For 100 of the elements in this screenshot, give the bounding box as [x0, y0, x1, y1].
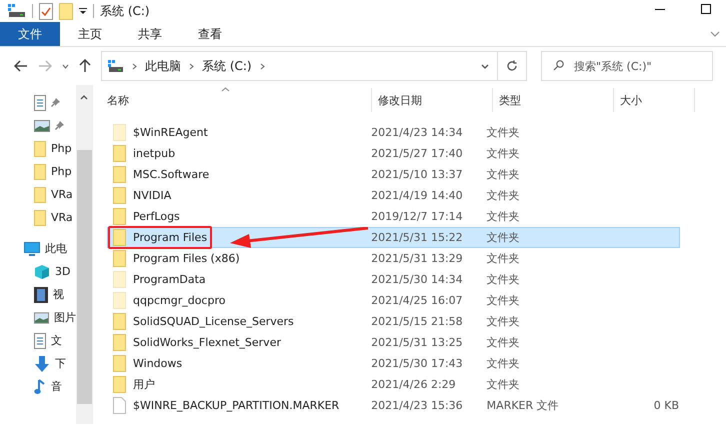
chevron-icon[interactable] [132, 62, 137, 70]
window-title: 系统 (C:) [100, 2, 150, 20]
file-row[interactable]: inetpub 2021/5/27 17:40 文件夹 [107, 143, 680, 164]
dropdown-icon[interactable] [481, 64, 489, 68]
refresh-icon [506, 60, 518, 72]
modified-date: 2021/5/10 13:37 [371, 168, 463, 181]
chevron-icon[interactable] [260, 62, 265, 70]
file-type: 文件夹 [486, 252, 520, 265]
up-icon[interactable] [79, 59, 91, 73]
breadcrumb[interactable]: 此电脑 [145, 58, 181, 74]
modified-date: 2021/5/31 13:29 [371, 252, 463, 265]
search-icon [553, 60, 564, 71]
modified-date: 2021/5/30 14:34 [371, 273, 463, 286]
sidebar-item[interactable]: Php [0, 160, 76, 183]
column-header[interactable]: 修改日期 [378, 92, 422, 108]
sidebar-item[interactable]: 此电 [0, 237, 76, 260]
folder-icon [34, 140, 46, 156]
drive-icon [108, 60, 124, 72]
ribbon-tab[interactable]: 文件 [0, 22, 60, 46]
search-field[interactable]: 搜索"系统 (C:)" [541, 51, 713, 81]
sidebar-label: 此电 [45, 241, 67, 256]
modified-date: 2021/4/23 15:36 [371, 399, 463, 412]
ribbon-tab[interactable]: 查看 [180, 22, 240, 46]
sidebar-label: 下 [55, 356, 66, 371]
file-name: MSC.Software [133, 166, 210, 182]
expand-ribbon-icon[interactable] [710, 30, 720, 38]
file-name: PerfLogs [133, 208, 180, 224]
cube-icon [34, 264, 50, 280]
sidebar-item[interactable]: 3D [0, 260, 76, 283]
file-row[interactable]: Program Files (x86) 2021/5/31 13:29 文件夹 [107, 248, 680, 269]
column-header[interactable]: 大小 [620, 92, 642, 108]
sidebar-item[interactable]: VRa [0, 206, 76, 229]
modified-date: 2021/4/23 14:34 [371, 126, 463, 139]
file-row[interactable]: Windows 2021/5/30 17:43 文件夹 [107, 353, 680, 374]
file-row[interactable]: 用户 2021/4/26 2:29 文件夹 [107, 374, 680, 395]
file-type: 文件夹 [486, 147, 520, 160]
file-row[interactable]: ProgramData 2021/5/30 14:34 文件夹 [107, 269, 680, 290]
file-name: Program Files (x86) [133, 250, 240, 266]
sidebar-label: VRa [51, 211, 73, 224]
file-name: SolidSQUAD_License_Servers [133, 314, 294, 328]
file-type: 文件夹 [486, 336, 520, 349]
download-icon [34, 356, 50, 372]
file-row[interactable]: Program Files 2021/5/31 15:22 文件夹 [107, 227, 680, 248]
file-row[interactable]: qqpcmgr_docpro 2021/4/25 16:07 文件夹 [107, 290, 680, 311]
drive-icon [8, 4, 26, 18]
checklist-icon[interactable] [39, 2, 53, 20]
file-row[interactable]: SolidSQUAD_License_Servers 2021/5/15 21:58 文件夹 [107, 311, 680, 332]
document-icon [34, 332, 46, 348]
file-size: 0 KB [654, 399, 679, 412]
sidebar-item[interactable]: Php [0, 137, 76, 160]
sidebar-item[interactable]: 文 [0, 329, 76, 352]
file-type: 文件夹 [486, 294, 520, 307]
dropdown-icon[interactable] [79, 7, 87, 15]
folder-icon [34, 164, 46, 180]
sidebar-label: 3D [55, 265, 70, 278]
ribbon-tab[interactable]: 主页 [60, 22, 120, 46]
modified-date: 2021/4/26 2:29 [371, 378, 456, 391]
folder-icon [34, 186, 46, 202]
file-name: NVIDIA [133, 188, 172, 202]
file-row[interactable]: MSC.Software 2021/5/10 13:37 文件夹 [107, 164, 680, 185]
scroll-thumb[interactable] [76, 150, 92, 404]
sidebar-item[interactable]: 下 [0, 352, 76, 375]
sidebar-item[interactable]: 音 [0, 375, 76, 398]
modified-date: 2021/5/30 17:43 [371, 357, 463, 370]
file-name: $WinREAgent [133, 124, 208, 140]
column-header[interactable]: 名称 [107, 92, 129, 108]
scrollbar[interactable] [76, 85, 92, 424]
file-name: Windows [133, 356, 182, 370]
sidebar-label: Php [51, 165, 72, 178]
file-type: 文件夹 [486, 126, 520, 139]
sidebar-label: 视 [53, 287, 64, 302]
sidebar-label: 音 [51, 379, 62, 394]
chevron-icon[interactable] [189, 62, 194, 70]
file-row[interactable]: $WinREAgent 2021/4/23 14:34 文件夹 [107, 122, 680, 143]
sidebar-item[interactable]: 图片 [0, 306, 76, 329]
sidebar-item[interactable]: VRa [0, 183, 76, 206]
file-row[interactable]: NVIDIA 2021/4/19 14:40 文件夹 [107, 185, 680, 206]
file-row[interactable]: PerfLogs 2019/12/7 17:14 文件夹 [107, 206, 680, 227]
file-row[interactable]: SolidWorks_Flexnet_Server 2021/5/31 13:25 文件夹 [107, 332, 680, 353]
recent-icon[interactable] [62, 64, 69, 68]
file-type: 文件夹 [486, 231, 520, 244]
file-row[interactable]: $WINRE_BACKUP_PARTITION.MARKER 2021/4/23 15:36 MARKER 文件 0 KB [107, 395, 680, 416]
ribbon-tab[interactable]: 共享 [120, 22, 180, 46]
file-type: 文件夹 [486, 189, 520, 202]
file-name: 用户 [133, 376, 155, 392]
film-icon [34, 286, 48, 302]
file-type: 文件夹 [486, 168, 520, 181]
music-note-icon [34, 378, 46, 394]
back-icon[interactable] [14, 60, 28, 72]
monitor-icon [24, 242, 40, 256]
sidebar-item[interactable]: 视 [0, 283, 76, 306]
file-name: Program Files [133, 230, 208, 244]
sidebar-label: 文 [51, 333, 62, 348]
scroll-up-icon[interactable] [80, 95, 88, 100]
column-header[interactable]: 类型 [499, 92, 521, 108]
modified-date: 2021/5/31 15:22 [371, 231, 463, 244]
sort-icon [221, 87, 230, 92]
modified-date: 2021/4/25 16:07 [371, 294, 463, 307]
address-bar[interactable]: 此电脑 系统 (C:) [101, 51, 527, 81]
breadcrumb[interactable]: 系统 (C:) [202, 58, 252, 74]
